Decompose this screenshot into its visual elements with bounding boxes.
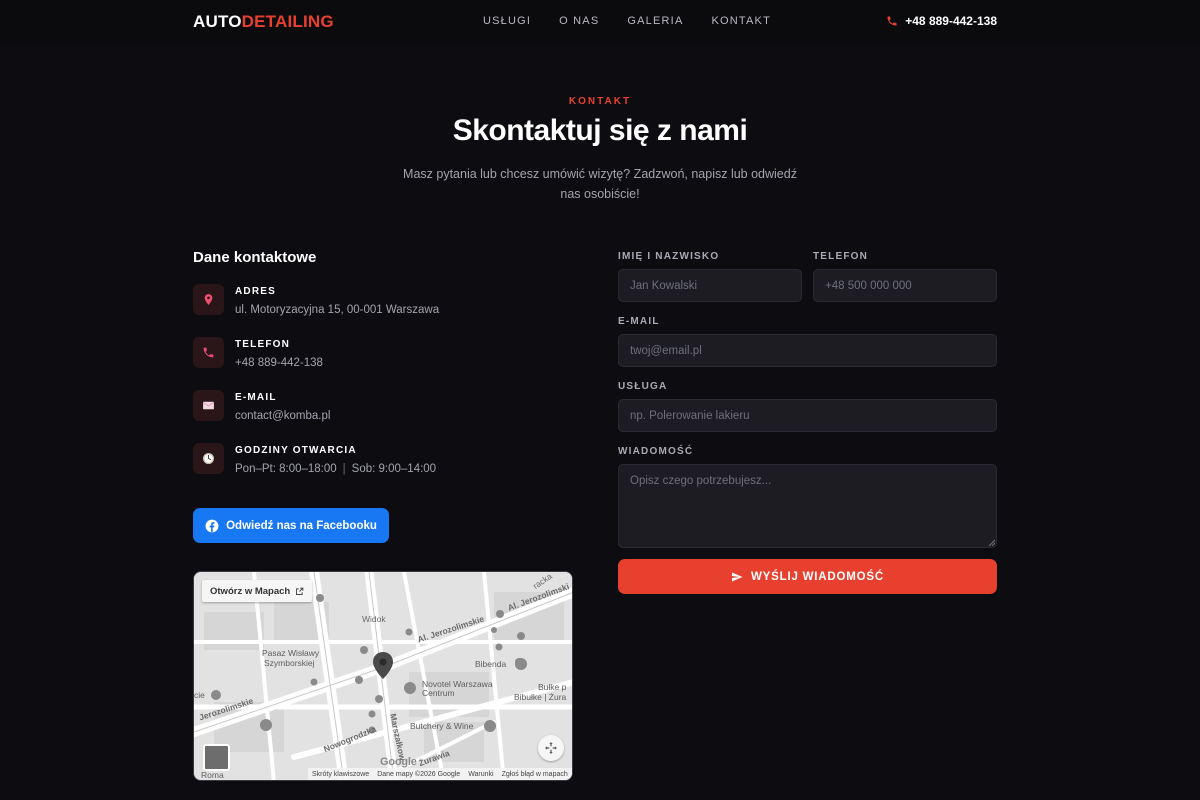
- email-input[interactable]: [618, 334, 997, 367]
- hours-separator: |: [342, 463, 346, 475]
- map-terms-link[interactable]: Warunki: [468, 771, 493, 778]
- hours-saturday: Sob: 9:00–14:00: [351, 463, 437, 475]
- nav-link-o-nas[interactable]: O NAS: [559, 15, 599, 27]
- phone-icon-box: [193, 337, 224, 368]
- map-label-pasaz: Pasaz Wisławy: [262, 648, 320, 658]
- google-logo: Google: [380, 756, 417, 768]
- open-in-maps-label: Otwórz w Mapach: [210, 585, 291, 597]
- map-data-credit: Dane mapy ©2026 Google: [377, 770, 461, 778]
- contact-item-hours: GODZINY OTWARCIA Pon–Pt: 8:00–18:00 | Sob:…: [193, 443, 573, 483]
- facebook-icon: [205, 519, 219, 532]
- email-label: E-MAIL: [235, 392, 277, 403]
- resize-handle-icon[interactable]: [987, 538, 995, 546]
- main-nav: USŁUGI O NAS GALERIA KONTAKT: [483, 15, 799, 27]
- phone-input[interactable]: [813, 269, 997, 302]
- facebook-button-label: Odwiedź nas na Facebooku: [226, 519, 377, 532]
- logo-part-auto: AUTO: [193, 12, 242, 31]
- name-label: IMIĘ I NAZWISKO: [618, 251, 720, 262]
- service-input[interactable]: [618, 399, 997, 432]
- page-title: Skontaktuj się z nami: [452, 114, 748, 147]
- map-label-bibulke: Bibułke | Żura: [514, 692, 567, 702]
- email-value[interactable]: contact@komba.pl: [235, 410, 330, 422]
- submit-button[interactable]: WYŚLIJ WIADOMOŚĆ: [618, 559, 997, 594]
- map-report-error-link[interactable]: Zgłoś błąd w mapach: [502, 771, 568, 778]
- map-pin-icon: [204, 294, 213, 305]
- address-label: ADRES: [235, 286, 277, 297]
- service-label: USŁUGA: [618, 381, 668, 392]
- map-embed[interactable]: Widok Al. Jerozolimskie Al. Jerozolimski…: [193, 571, 573, 781]
- map-footer: Skróty klawiszowe Dane mapy ©2026 Google…: [308, 768, 572, 780]
- name-input[interactable]: [618, 269, 802, 302]
- phone-value[interactable]: +48 889-442-138: [235, 357, 323, 369]
- address-icon-box: [193, 284, 224, 315]
- message-label: WIADOMOŚĆ: [618, 446, 694, 457]
- nav-link-uslugi[interactable]: USŁUGI: [483, 15, 531, 27]
- email-icon-box: [193, 390, 224, 421]
- map-label-roma: Roma: [201, 770, 224, 780]
- map-fullscreen-button[interactable]: [538, 735, 564, 761]
- address-value: ul. Motoryzacyjna 15, 00-001 Warszawa: [235, 304, 440, 316]
- phone-label: TELEFON: [235, 339, 291, 350]
- send-icon: [732, 572, 743, 581]
- phone-icon: [887, 16, 897, 26]
- header-phone-number: +48 889-442-138: [905, 14, 997, 28]
- map-satellite-toggle[interactable]: [203, 744, 230, 771]
- map-label-bibenda: Bibenda: [475, 659, 507, 669]
- page-subtitle: Masz pytania lub chcesz umówić wizytę? Z…: [403, 167, 797, 201]
- hours-icon-box: [193, 443, 224, 474]
- contact-details-title: Dane kontaktowe: [193, 249, 317, 266]
- map-label-butchery: Butchery & Wine: [410, 721, 474, 731]
- hours-weekdays: Pon–Pt: 8:00–18:00: [235, 463, 337, 475]
- map-label-szymborskiej: Szymborskiej: [264, 658, 315, 668]
- contact-item-email: E-MAIL contact@komba.pl: [193, 390, 573, 430]
- map-label-cie: cie: [194, 690, 205, 700]
- map-label-widok: Widok: [362, 614, 386, 624]
- envelope-icon: [202, 401, 215, 410]
- external-link-icon: [296, 587, 304, 595]
- contact-item-phone: TELEFON +48 889-442-138: [193, 337, 573, 377]
- open-in-maps-button[interactable]: Otwórz w Mapach: [202, 580, 313, 602]
- message-textarea[interactable]: [618, 464, 997, 548]
- email-field-label: E-MAIL: [618, 316, 660, 327]
- logo-part-detailing: DETAILING: [241, 12, 334, 31]
- hours-label: GODZINY OTWARCIA: [235, 445, 357, 456]
- header-phone-link[interactable]: +48 889-442-138: [886, 14, 997, 28]
- hours-value: Pon–Pt: 8:00–18:00 | Sob: 9:00–14:00: [235, 463, 436, 475]
- contact-item-address: ADRES ul. Motoryzacyjna 15, 00-001 Warsz…: [193, 284, 573, 324]
- nav-link-galeria[interactable]: GALERIA: [627, 15, 683, 27]
- submit-button-label: WYŚLIJ WIADOMOŚĆ: [751, 570, 884, 583]
- logo[interactable]: AUTODETAILING: [193, 12, 334, 32]
- map-keyboard-shortcuts[interactable]: Skróty klawiszowe: [312, 771, 369, 778]
- facebook-button[interactable]: Odwiedź nas na Facebooku: [193, 508, 389, 543]
- phone-field-label: TELEFON: [813, 251, 869, 262]
- map-label-bulke: Bułke p: [538, 682, 567, 692]
- section-eyebrow: KONTAKT: [568, 96, 632, 107]
- phone-icon: [203, 347, 214, 358]
- fullscreen-icon: [545, 742, 557, 754]
- clock-icon: [203, 453, 214, 464]
- map-label-novotel-centrum: Centrum: [422, 688, 455, 698]
- site-header: AUTODETAILING USŁUGI O NAS GALERIA KONTA…: [0, 0, 1200, 44]
- nav-link-kontakt[interactable]: KONTAKT: [711, 15, 771, 27]
